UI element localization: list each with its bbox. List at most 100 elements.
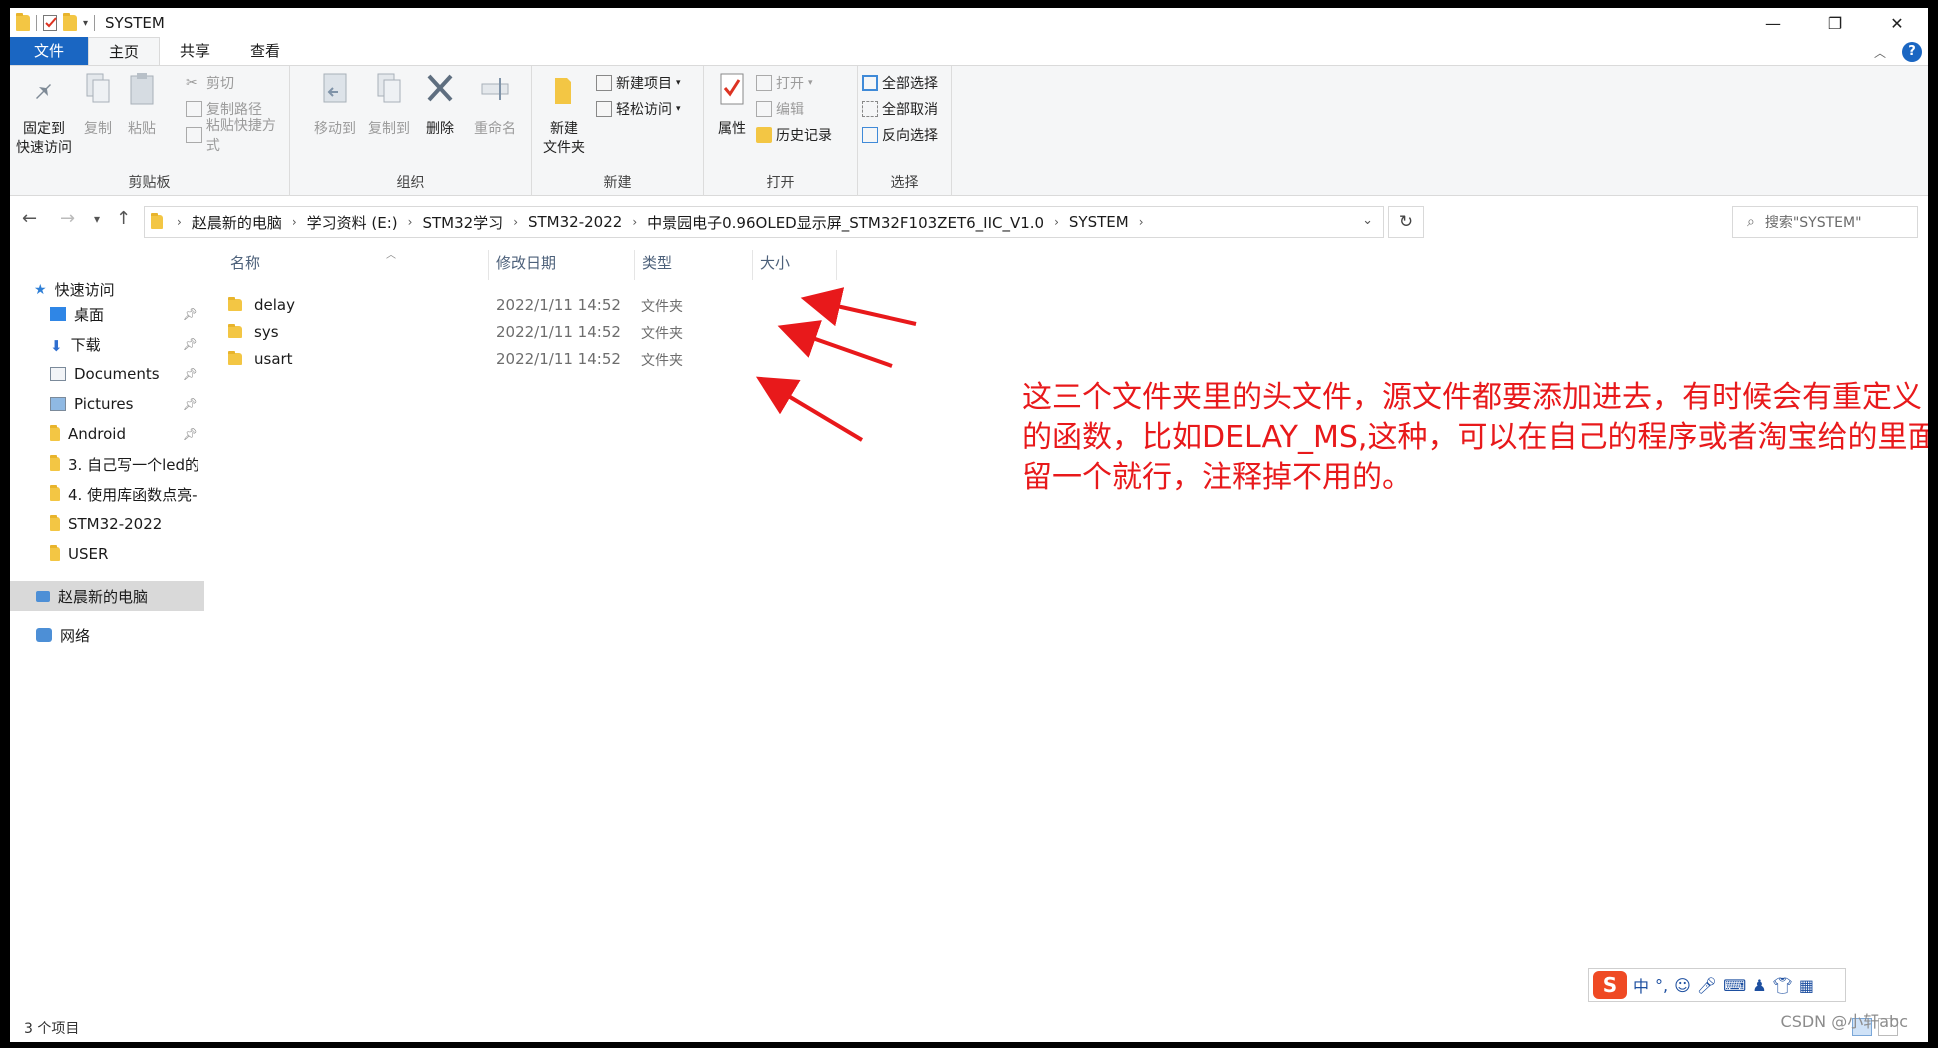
emoji-icon[interactable]: ☺	[1674, 976, 1691, 995]
folder-icon	[50, 425, 60, 441]
paste-label: 粘贴	[128, 121, 156, 137]
pin-icon[interactable]: 📌︎	[183, 307, 198, 321]
column-divider[interactable]	[752, 250, 753, 280]
cut-button[interactable]: ✂ 剪切	[186, 72, 234, 94]
new-folder-icon[interactable]	[63, 13, 77, 31]
pin-label-2: 快速访问	[16, 140, 72, 156]
crumb-system[interactable]: SYSTEM	[1069, 213, 1129, 231]
new-item-button[interactable]: 新建项目 ▾	[596, 72, 681, 94]
invert-selection-label: 反向选择	[882, 128, 938, 144]
chevron-down-icon: ▾	[676, 78, 681, 88]
pin-quick-access-button[interactable]: 固定到 快速访问	[16, 70, 72, 158]
nav-item-libfunc[interactable]: 4. 使用库函数点亮-	[10, 481, 204, 507]
crumb-oled-project[interactable]: 中景园电子0.96OLED显示屏_STM32F103ZET6_IIC_V1.0	[647, 212, 1044, 233]
nav-item-downloads[interactable]: ⬇ 下载 📌︎	[10, 331, 204, 357]
nav-item-desktop[interactable]: 桌面 📌︎	[10, 301, 204, 327]
nav-item-label: Pictures	[74, 395, 134, 413]
address-bar[interactable]: › 赵晨新的电脑 › 学习资料 (E:) › STM32学习 › STM32-2…	[144, 206, 1384, 238]
pin-icon[interactable]: 📌︎	[183, 397, 198, 411]
window-title: SYSTEM	[105, 14, 165, 32]
list-item[interactable]: usart 2022/1/11 14:52 文件夹	[206, 350, 906, 372]
tab-home[interactable]: 主页	[88, 37, 161, 65]
copy-path-icon	[186, 101, 202, 117]
help-icon[interactable]: ?	[1902, 42, 1922, 62]
collapse-ribbon-icon[interactable]: ︿	[1874, 44, 1886, 61]
customize-dropdown-icon[interactable]: ▾	[83, 18, 88, 29]
nav-this-pc[interactable]: 赵晨新的电脑	[10, 581, 204, 611]
new-folder-button[interactable]: 新建 文件夹	[536, 70, 592, 158]
crumb-stm32-2022[interactable]: STM32-2022	[528, 213, 622, 231]
edit-label: 编辑	[776, 102, 804, 118]
search-input[interactable]: ⌕ 搜索"SYSTEM"	[1732, 206, 1918, 238]
nav-item-stm32-2022[interactable]: STM32-2022	[10, 511, 204, 537]
invert-selection-button[interactable]: 反向选择	[862, 124, 938, 146]
forward-arrow-icon[interactable]: →	[60, 208, 75, 229]
paste-shortcut-button[interactable]: 粘贴快捷方式	[186, 118, 289, 154]
pin-icon[interactable]: 📌︎	[183, 337, 198, 351]
copy-to-button[interactable]: 复制到	[364, 70, 414, 139]
properties-button[interactable]: 属性	[712, 70, 752, 139]
nav-item-label: 3. 自己写一个led的	[68, 455, 198, 474]
tab-file[interactable]: 文件	[10, 37, 89, 65]
edit-button[interactable]: 编辑	[756, 98, 804, 120]
file-type: 文件夹	[641, 353, 683, 369]
nav-item-android[interactable]: Android 📌︎	[10, 421, 204, 447]
move-to-button[interactable]: 移动到	[310, 70, 360, 139]
column-divider[interactable]	[634, 250, 635, 280]
rename-label: 重命名	[474, 121, 516, 137]
column-type[interactable]: 类型	[642, 252, 672, 273]
delete-button[interactable]: 删除	[420, 70, 460, 139]
item-count: 3 个项目	[24, 1021, 80, 1037]
column-modified[interactable]: 修改日期	[496, 252, 556, 273]
grid-icon[interactable]: ▦	[1799, 976, 1814, 995]
column-divider[interactable]	[836, 250, 837, 280]
crumb-drive-e[interactable]: 学习资料 (E:)	[307, 212, 398, 233]
nav-quick-access[interactable]: ★ 快速访问	[10, 276, 204, 302]
pin-icon[interactable]: 📌︎	[183, 367, 198, 381]
tab-view[interactable]: 查看	[230, 37, 300, 65]
microphone-icon[interactable]: 🎤︎	[1697, 976, 1717, 995]
up-arrow-icon[interactable]: ↑	[116, 208, 131, 229]
nav-network[interactable]: 网络	[10, 622, 204, 648]
refresh-button[interactable]: ↻	[1388, 206, 1424, 238]
rename-button[interactable]: 重命名	[470, 70, 520, 139]
annotation-line: 留一个就行，注释掉不用的。	[1022, 460, 1412, 495]
properties-check-icon[interactable]	[43, 15, 57, 31]
nav-item-led[interactable]: 3. 自己写一个led的	[10, 451, 204, 477]
paste-button[interactable]: 粘贴	[122, 70, 162, 139]
recent-dropdown-icon[interactable]: ▾	[94, 212, 100, 226]
crumb-this-pc[interactable]: 赵晨新的电脑	[192, 212, 282, 233]
back-arrow-icon[interactable]: ←	[22, 208, 37, 229]
history-button[interactable]: 历史记录	[756, 124, 832, 146]
punctuation-icon[interactable]: °,	[1655, 976, 1668, 995]
column-name[interactable]: 名称	[230, 252, 260, 273]
close-button[interactable]: ✕	[1866, 8, 1928, 38]
select-group-label: 选择	[890, 175, 919, 191]
copy-button[interactable]: 复制	[78, 70, 118, 139]
column-divider[interactable]	[488, 250, 489, 280]
minimize-button[interactable]: —	[1742, 8, 1804, 38]
easy-access-button[interactable]: 轻松访问 ▾	[596, 98, 681, 120]
open-button[interactable]: 打开 ▾	[756, 72, 813, 94]
list-item[interactable]: delay 2022/1/11 14:52 文件夹	[206, 296, 906, 318]
edit-icon	[756, 101, 772, 117]
select-none-button[interactable]: 全部取消	[862, 98, 938, 120]
address-dropdown-icon[interactable]: ⌄	[1362, 213, 1373, 228]
move-to-label: 移动到	[314, 121, 356, 137]
column-size[interactable]: 大小	[760, 252, 790, 273]
ime-toolbar[interactable]: S 中 °, ☺ 🎤︎ ⌨ ♟ 👕︎ ▦	[1588, 968, 1846, 1002]
list-item[interactable]: sys 2022/1/11 14:52 文件夹	[206, 323, 906, 345]
keyboard-icon[interactable]: ⌨	[1723, 976, 1746, 995]
nav-item-pictures[interactable]: Pictures 📌︎	[10, 391, 204, 417]
ime-mode-label[interactable]: 中	[1633, 973, 1649, 997]
maximize-button[interactable]: ❐	[1804, 8, 1866, 38]
user-icon[interactable]: ♟	[1752, 976, 1766, 995]
nav-item-user[interactable]: USER	[10, 541, 204, 567]
skin-icon[interactable]: 👕︎	[1773, 976, 1793, 995]
open-group-label: 打开	[766, 175, 795, 191]
tab-share[interactable]: 共享	[160, 37, 230, 65]
crumb-stm32-study[interactable]: STM32学习	[422, 212, 503, 233]
nav-item-documents[interactable]: Documents 📌︎	[10, 361, 204, 387]
select-all-button[interactable]: 全部选择	[862, 72, 938, 94]
pin-icon[interactable]: 📌︎	[183, 427, 198, 441]
